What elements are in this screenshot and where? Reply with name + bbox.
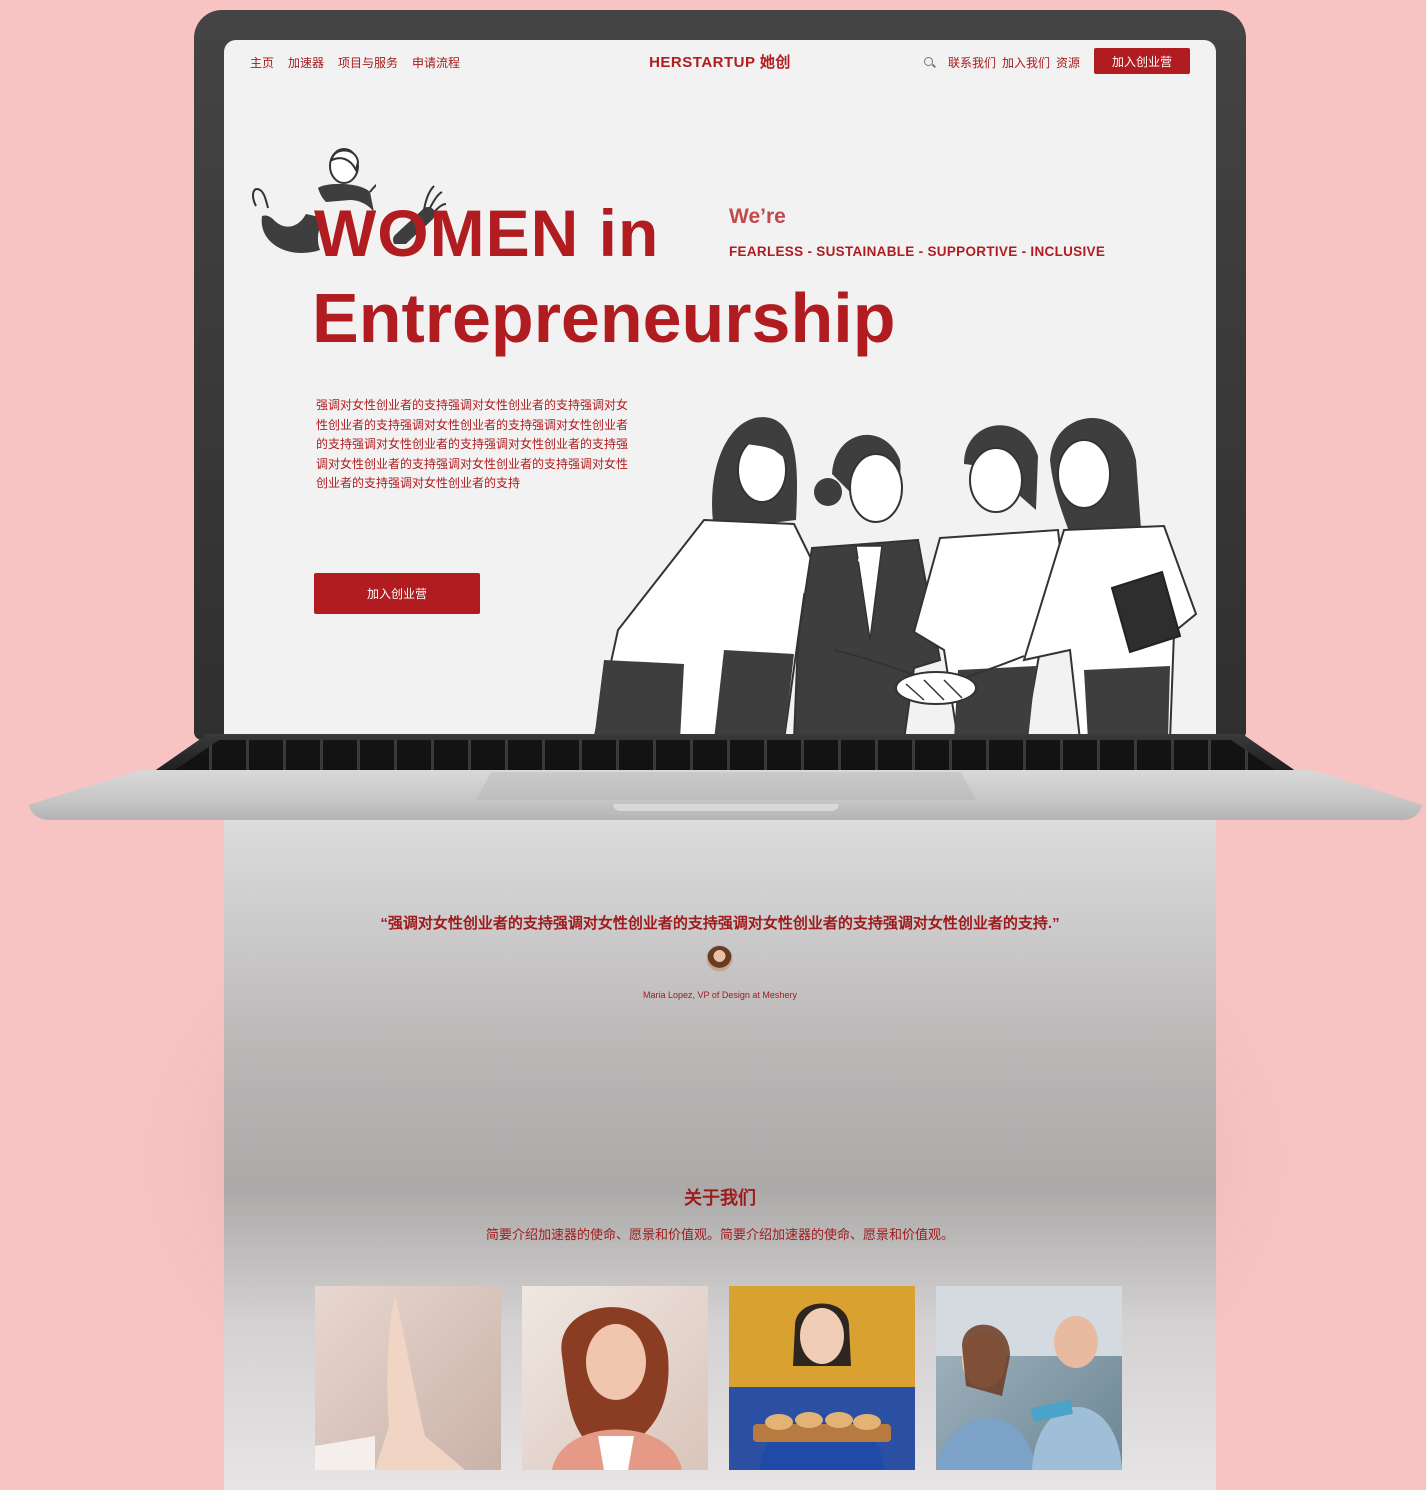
laptop-trackpad: [476, 772, 976, 800]
testimonial-author: Maria Lopez, VP of Design at Meshery: [643, 990, 797, 1000]
hero-values-tagline: FEARLESS - SUSTAINABLE - SUPPORTIVE - IN…: [729, 244, 1106, 259]
consultation-photo-art: [936, 1286, 1122, 1470]
nav-right-links: 联系我们 加入我们 资源: [923, 54, 1080, 71]
testimonial-avatar: [706, 945, 733, 972]
hero-title-entrepreneurship: Entrepreneurship: [312, 279, 896, 357]
nav-link-resources[interactable]: 资源: [1056, 54, 1080, 71]
hero-join-bootcamp-button[interactable]: 加入创业营: [314, 573, 480, 614]
about-section-description: 简要介绍加速器的使命、愿景和价值观。简要介绍加速器的使命、愿景和价值观。: [485, 1227, 954, 1242]
team-women-illustration: [592, 417, 1198, 740]
nav-link-contact[interactable]: 联系我们: [948, 54, 996, 71]
page-continuation: “强调对女性创业者的支持强调对女性创业者的支持强调对女性创业者的支持强调对女性创…: [224, 820, 1216, 1490]
about-card-baker-photo[interactable]: [729, 1286, 915, 1470]
about-card-consultation-photo[interactable]: [936, 1286, 1122, 1470]
woman-portrait-art: [552, 1307, 682, 1470]
about-section-title: 关于我们: [684, 1188, 756, 1208]
nav-join-bootcamp-button[interactable]: 加入创业营: [1094, 48, 1190, 74]
about-image-cards: [315, 1286, 1122, 1470]
top-navigation: 主页 加速器 项目与服务 申请流程 HERSTARTUP 她创 联系我们 加入我…: [224, 40, 1216, 80]
hero-were-label: We’re: [729, 205, 786, 228]
baker-photo-art: [753, 1303, 891, 1470]
hands-photo-art: [315, 1296, 465, 1470]
laptop-opening-notch: [612, 804, 840, 812]
laptop-keyboard-keys: [175, 740, 1275, 770]
laptop-screen: 主页 加速器 项目与服务 申请流程 HERSTARTUP 她创 联系我们 加入我…: [224, 40, 1216, 740]
about-card-hands-photo[interactable]: [315, 1286, 501, 1470]
search-icon[interactable]: [923, 56, 936, 69]
hero-title-women-in: WOMEN in: [314, 196, 660, 270]
nav-link-join-us[interactable]: 加入我们: [1002, 54, 1050, 71]
about-card-woman-portrait-photo[interactable]: [522, 1286, 708, 1470]
testimonial-quote: “强调对女性创业者的支持强调对女性创业者的支持强调对女性创业者的支持强调对女性创…: [380, 915, 1060, 932]
